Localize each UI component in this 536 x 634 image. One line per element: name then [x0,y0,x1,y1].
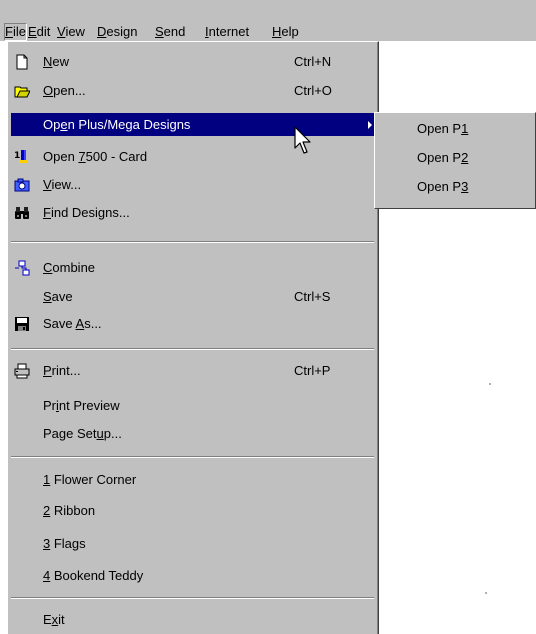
camera-icon [14,178,30,192]
svg-text:1: 1 [14,151,20,161]
menu-item-view[interactable]: View... [11,173,374,196]
menu-separator [11,456,374,458]
menu-item-label: Save [43,289,73,304]
menu-accelerator: E [28,24,37,39]
menu-item-label: 3 Flags [43,536,86,551]
shortcut-label: Ctrl+P [294,363,331,378]
binoculars-icon [15,207,29,219]
card-7500-icon: 1 [14,150,28,163]
menu-view[interactable]: View [57,23,85,41]
menu-item-exit[interactable]: Exit [11,608,374,631]
shortcut-label: Ctrl+N [294,54,332,69]
menu-item-page-setup[interactable]: Page Setup... [11,422,374,445]
menu-item-recent-4[interactable]: 4 Bookend Teddy [11,564,374,587]
submenu-item-label: Open P2 [417,150,469,165]
printer-icon [14,363,30,379]
menu-item-label: 2 Ribbon [43,503,96,518]
menu-item-label: Print... [43,363,81,378]
menu-label-part: dit [36,24,51,39]
menu-item-open-plus-mega-designs[interactable]: Open Plus/Mega Designs [11,113,374,136]
menu-item-find-designs[interactable]: Find Designs... [11,201,374,224]
menu-label-part: elp [281,24,299,39]
menu-item-open-7500-card[interactable]: 1 Open 7500 - Card [11,145,374,168]
menu-label-part: end [163,24,186,39]
new-document-icon [16,54,28,70]
menu-item-label: Open 7500 - Card [43,149,148,164]
menu-label-part: iew [65,24,85,39]
menu-separator [11,597,374,599]
menu-item-label: Save As... [43,316,102,331]
menu-file[interactable]: File [4,23,27,41]
menu-accelerator: D [97,24,107,39]
menu-help[interactable]: Help [272,23,299,41]
menu-item-save[interactable]: Save Ctrl+S [11,285,374,308]
canvas-speck [489,383,491,385]
menu-item-print-preview[interactable]: Print Preview [11,394,374,417]
menu-item-label: New [43,54,70,69]
menu-internet[interactable]: Internet [205,23,249,41]
menu-accelerator: H [272,24,282,39]
menu-item-label: Exit [43,612,65,627]
menu-item-label: Combine [43,260,96,275]
application-window: File Edit View Design Send Internet Help… [0,0,536,634]
open-plus-mega-submenu: Open P1 Open P2 Open P3 [374,112,536,209]
submenu-item-open-p2[interactable]: Open P2 [378,144,532,171]
menu-accelerator: F [5,24,13,39]
menu-item-label: 4 Bookend Teddy [43,568,144,583]
menu-item-open[interactable]: Open... Ctrl+O [11,79,374,102]
menu-item-new[interactable]: New Ctrl+N [11,50,374,73]
menu-item-label: Open Plus/Mega Designs [43,117,191,132]
menu-item-label: Page Setup... [43,426,122,441]
menu-edit[interactable]: Edit [28,23,50,41]
menu-item-label: Print Preview [43,398,120,413]
menu-send[interactable]: Send [155,23,185,41]
menu-label-part: ile [12,24,26,39]
menu-item-recent-3[interactable]: 3 Flags [11,532,374,555]
open-folder-icon [14,86,30,98]
submenu-item-label: Open P3 [417,179,469,194]
menu-item-label: Find Designs... [43,205,130,220]
submenu-arrow-icon [368,121,372,129]
menu-separator [11,241,374,243]
canvas-speck [485,592,487,594]
submenu-item-open-p1[interactable]: Open P1 [378,115,532,142]
menu-bar: File Edit View Design Send Internet Help [0,0,536,41]
menu-label-part: nternet [208,24,250,39]
menu-item-recent-1[interactable]: 1 Flower Corner [11,468,374,491]
menu-separator [11,348,374,350]
menu-item-print[interactable]: Print... Ctrl+P [11,359,374,382]
shortcut-label: Ctrl+O [294,83,332,98]
menu-label-part: esign [106,24,138,39]
menu-item-recent-2[interactable]: 2 Ribbon [11,499,374,522]
menu-item-combine[interactable]: Combine [11,256,374,279]
menu-item-label: 1 Flower Corner [43,472,137,487]
menu-design[interactable]: Design [97,23,137,41]
menu-item-save-as[interactable]: Save As... [11,312,374,335]
combine-icon [15,260,30,276]
mouse-pointer-icon [294,126,311,154]
file-menu-dropdown: New Ctrl+N Open... Ctrl+O Open Plus/Mega… [7,41,379,634]
floppy-disk-icon [15,317,29,331]
menu-item-label: Open... [43,83,86,98]
menu-accelerator: S [155,24,164,39]
shortcut-label: Ctrl+S [294,289,331,304]
menu-item-label: View... [43,177,82,192]
submenu-item-label: Open P1 [417,121,469,136]
submenu-item-open-p3[interactable]: Open P3 [378,173,532,200]
